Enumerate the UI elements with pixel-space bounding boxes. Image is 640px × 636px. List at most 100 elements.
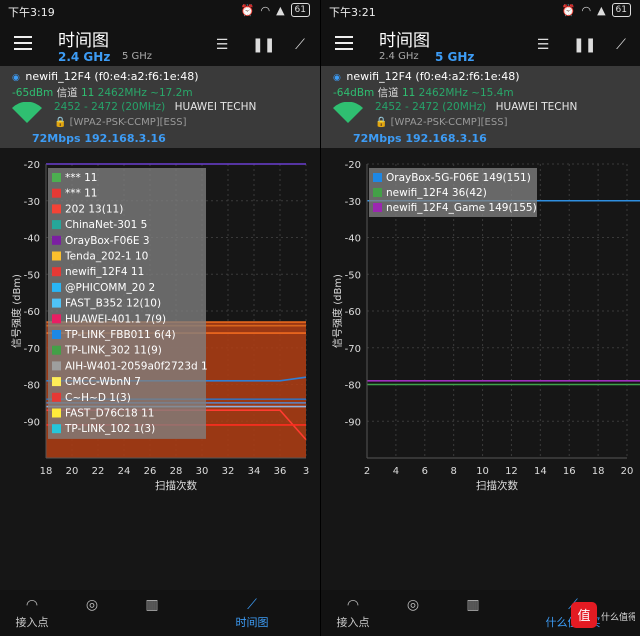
pause-icon[interactable]: ❚❚ [573,36,596,54]
bottom-nav: ◠ 接入点 ◎ ▥ ⟋ 什么值得买 值 什么值得买 [321,590,640,636]
svg-text:值: 值 [577,608,590,624]
screen-root: 下午3:19 ⏰ ◠ ▲ 61 时间图 2.4 GHz 5 GHz ☰ ❚❚ ⟋… [0,0,640,636]
signal-icon: ▲ [597,3,606,17]
filter-icon[interactable]: ☰ [212,36,232,54]
y-tick-label: -80 [345,381,361,392]
channel-label: 信道 [56,87,78,99]
line-chart-icon: ⟋ [247,597,257,613]
legend-swatch [52,424,61,434]
frequency-range: 2452 - 2472 (20MHz) [375,101,487,113]
y-tick-label: -40 [345,234,361,245]
nav-channel-rating[interactable]: ▥ [443,596,503,614]
signal-dbm: -64dBm [333,87,375,99]
legend-label: TP-LINK_302 11(9) [64,345,162,357]
status-bar: 下午3:21 ⏰ ◠ ▲ 61 [321,0,640,22]
legend-swatch [52,345,61,355]
legend-swatch [52,188,61,198]
nav-channel-graph[interactable]: ◎ [383,596,443,614]
legend-swatch [373,188,382,197]
x-tick-label: 12 [505,466,518,477]
legend-label: Tenda_202-1 10 [64,251,148,263]
x-axis-label: 扫描次数 [476,479,518,492]
page-title: 时间图 [379,31,430,51]
legend-label: TP-LINK_102 1(3) [64,423,155,435]
x-tick-label: 6 [422,466,428,477]
x-tick-label: 20 [621,466,634,477]
y-tick-label: -30 [345,197,361,208]
channel-number: 11 [401,87,416,99]
legend-label: OrayBox-F06E 3 [65,235,150,247]
vendor-name: HUAWEI TECHN [495,101,578,113]
vendor-name: HUAWEI TECHN [174,101,257,113]
legend-swatch [52,377,61,387]
nav-access-points[interactable]: ◠ 接入点 [323,596,383,630]
legend-swatch [52,267,61,277]
pause-icon[interactable]: ❚❚ [252,36,275,54]
channel-number: 11 [80,87,95,99]
nav-access-points[interactable]: ◠ 接入点 [2,596,62,630]
x-tick-label: 4 [393,466,399,477]
legend-label: TP-LINK_FBB011 6(4) [64,329,176,341]
y-tick-label: -70 [345,344,361,355]
menu-icon[interactable] [14,36,32,50]
legend-swatch [373,173,382,182]
wifi-status-icon: ◠ [581,3,592,17]
legend-swatch [52,361,61,371]
legend-label: *** 11 [65,188,97,200]
security-caps: [WPA2-PSK-CCMP][ESS] [390,117,508,128]
frequency-distance: 2462MHz ~15.4m [418,87,514,99]
x-tick-label: 26 [144,466,157,477]
y-tick-label: -90 [24,417,40,428]
nav-channel-graph[interactable]: ◎ [62,596,122,614]
wifi-scan-icon[interactable]: ⟋ [290,36,310,54]
x-tick-label: 28 [170,466,183,477]
y-tick-label: -30 [24,197,40,208]
y-tick-label: -60 [345,307,361,318]
menu-icon[interactable] [335,36,353,50]
nav-time-graph[interactable]: ⟋ 时间图 [222,596,282,630]
connected-ap-info[interactable]: ◉ newifi_12F4 (f0:e4:a2:f6:1e:48) -64dBm… [321,66,640,148]
tab-band-active[interactable]: 2.4 GHz [58,50,110,64]
legend-swatch [52,220,61,230]
legend-swatch [52,314,61,324]
y-tick-label: -90 [345,417,361,428]
signal-time-chart: -20 -30 -40 -50 -60 -70 -80 -90 2 4 6 8 10 12 14 16 18 20… [331,160,640,492]
page-title: 时间图 [58,31,109,51]
wifi-scan-icon[interactable]: ⟋ [611,36,631,54]
tab-band-inactive[interactable]: 2.4 GHz [379,51,419,62]
link-icon: ◉ [12,73,20,83]
security-caps: [WPA2-PSK-CCMP][ESS] [69,117,187,128]
y-tick-label: -70 [24,344,40,355]
wifi-icon: ◠ [346,597,360,613]
link-rate-ip: 72Mbps 192.168.3.16 [353,132,487,145]
legend-swatch [52,251,61,261]
x-tick-label: 3 [303,466,309,477]
x-tick-label: 16 [563,466,576,477]
legend-swatch [52,204,61,214]
legend-label: 202 13(11) [65,203,123,215]
x-tick-label: 10 [476,466,489,477]
wifi-strength-icon [12,102,42,123]
nav-channel-rating[interactable]: ▥ [122,596,182,614]
lock-icon: 🔒 [375,117,388,128]
radar-icon: ◎ [85,597,99,613]
tab-band-inactive[interactable]: 5 GHz [122,51,152,62]
legend-label: OrayBox-5G-F06E 149(151) [386,172,531,184]
wifi-icon: ◠ [25,597,39,613]
connected-ap-info[interactable]: ◉ newifi_12F4 (f0:e4:a2:f6:1e:48) -65dBm… [0,66,320,148]
legend-label: @PHICOMM_20 2 [65,282,155,294]
legend-swatch [52,392,61,402]
legend-label: FAST_B352 12(10) [65,298,161,310]
battery-icon: 61 [290,3,310,17]
y-tick-label: -80 [24,381,40,392]
status-time: 下午3:21 [329,6,376,19]
tab-band-active[interactable]: 5 GHz [435,50,474,64]
wifi-strength-icon [333,102,363,123]
filter-icon[interactable]: ☰ [533,36,553,54]
signal-time-chart: -20-30-40-50-60-70-80-9018 20 22 24 26 28 30 32… [10,160,309,492]
legend-label: ChinaNet-301 5 [65,219,147,231]
x-tick-label: 24 [118,466,131,477]
y-tick-label: -40 [24,234,40,245]
legend-label: newifi_12F4 36(42) [386,187,487,199]
bar-chart-icon: ▥ [466,597,480,613]
